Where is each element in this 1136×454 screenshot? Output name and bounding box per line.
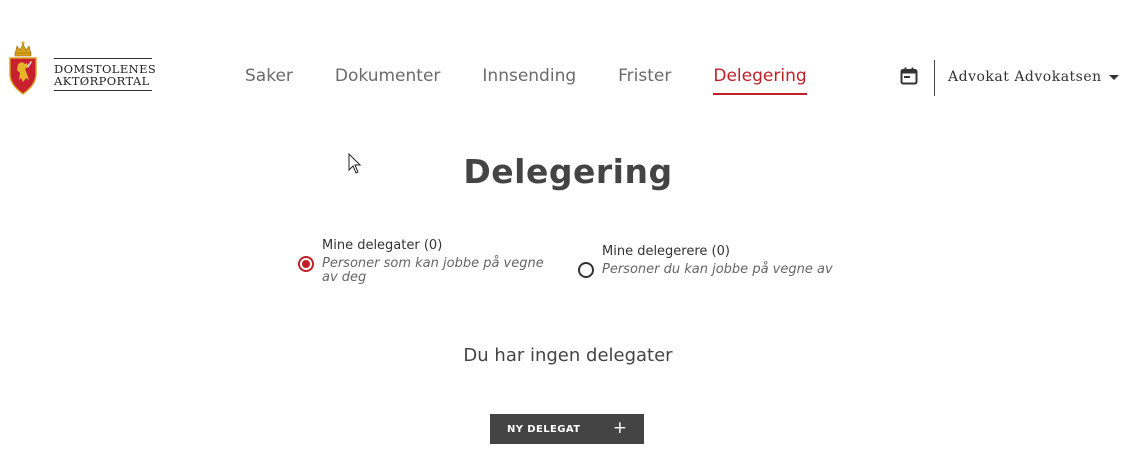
radio-mine-delegerere[interactable]: Mine delegerere (0) Personer du kan jobb… [578, 244, 833, 278]
logo-line-2: AKTØRPORTAL [54, 74, 150, 88]
new-delegate-button-label: NY DELEGAT [507, 423, 581, 435]
page-title: Delegering [463, 152, 673, 191]
plus-icon: + [612, 418, 627, 438]
user-menu[interactable]: Advokat Advokatsen [948, 69, 1119, 85]
main-nav: Saker Dokumenter Innsending Frister Dele… [245, 66, 849, 95]
radio-label: Mine delegerere (0) [602, 244, 730, 259]
nav-item-delegering[interactable]: Delegering [713, 66, 807, 95]
new-delegate-button[interactable]: NY DELEGAT + [490, 414, 644, 444]
user-name: Advokat Advokatsen [948, 69, 1102, 85]
header-divider [934, 60, 935, 96]
radio-description: Personer du kan jobbe på vegne av [602, 262, 833, 277]
logo[interactable]: DOMSTOLENES AKTØRPORTAL [8, 40, 156, 96]
radio-button[interactable] [578, 262, 594, 278]
calendar-icon[interactable] [900, 67, 918, 85]
caret-down-icon [1108, 74, 1119, 80]
nav-item-frister[interactable]: Frister [618, 66, 671, 95]
coat-of-arms-icon [9, 41, 37, 95]
radio-text: Mine delegerere (0) Personer du kan jobb… [602, 244, 833, 277]
radio-text: Mine delegater (0) Personer som kan jobb… [322, 238, 562, 285]
nav-item-saker[interactable]: Saker [245, 66, 293, 95]
nav-item-innsending[interactable]: Innsending [482, 66, 576, 95]
radio-button-checked[interactable] [298, 256, 314, 272]
radio-label: Mine delegater (0) [322, 238, 443, 253]
radio-mine-delegater[interactable]: Mine delegater (0) Personer som kan jobb… [298, 238, 562, 285]
empty-state-message: Du har ingen delegater [463, 345, 673, 366]
nav-item-dokumenter[interactable]: Dokumenter [335, 66, 441, 95]
radio-description: Personer som kan jobbe på vegne av deg [322, 256, 544, 285]
logo-text: DOMSTOLENES AKTØRPORTAL [54, 58, 156, 91]
